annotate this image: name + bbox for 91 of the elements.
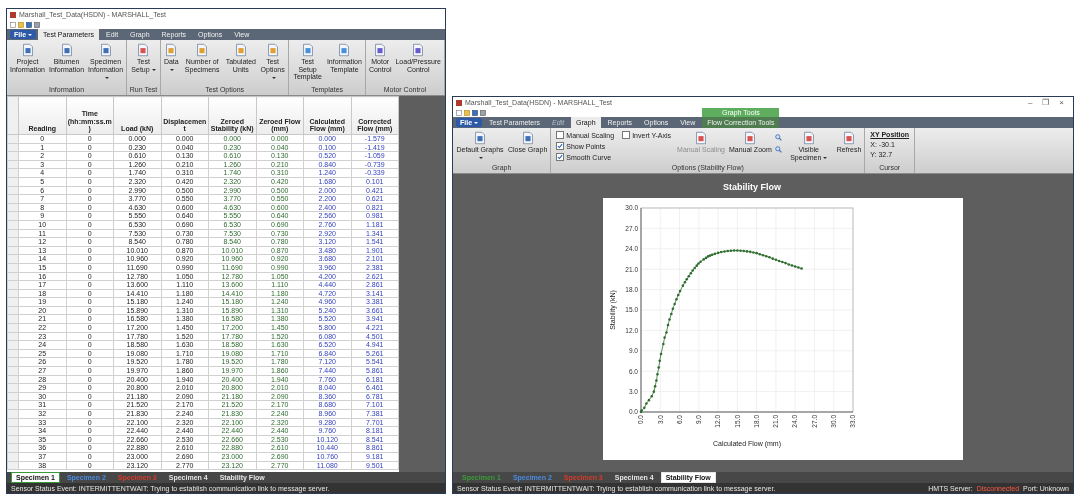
- app-icon: [456, 99, 462, 106]
- caret-icon: [823, 156, 828, 159]
- row-header: [7, 366, 19, 376]
- document-icon: [195, 43, 210, 57]
- caret-icon: [271, 76, 276, 79]
- caret-icon: [28, 33, 33, 36]
- row-header: [7, 168, 19, 178]
- row-header: [7, 289, 19, 298]
- row-header: [7, 177, 19, 187]
- row-header: [7, 203, 19, 212]
- row-header: [7, 237, 19, 247]
- window-control[interactable]: ❐: [1042, 98, 1050, 107]
- document-icon: [842, 131, 856, 145]
- row-header: [7, 272, 19, 281]
- data-point: [656, 372, 659, 376]
- row-header: [7, 211, 19, 221]
- row-header: [7, 314, 19, 324]
- row-header: [7, 332, 19, 341]
- save-icon[interactable]: [472, 109, 478, 116]
- data-point: [659, 352, 663, 356]
- data-point: [665, 331, 668, 334]
- caret-icon: [479, 156, 483, 159]
- row-header: [7, 160, 19, 169]
- row-header: [7, 400, 19, 410]
- document-icon: [164, 43, 179, 57]
- row-header: [7, 357, 19, 367]
- row-header: [7, 246, 19, 255]
- window-control[interactable]: ×: [1059, 98, 1064, 107]
- document-icon: [801, 131, 816, 145]
- row-header: [7, 340, 19, 350]
- document-icon: [473, 131, 487, 145]
- row-header: [7, 297, 19, 307]
- row-header: [7, 375, 19, 384]
- row-header: [7, 349, 19, 358]
- row-header: [7, 323, 19, 333]
- row-header: [7, 452, 19, 462]
- row-header: [7, 435, 19, 444]
- document-icon: [59, 43, 74, 57]
- data-point: [662, 342, 665, 346]
- data-point: [668, 318, 671, 321]
- row-header: [7, 426, 19, 436]
- data-point: [666, 323, 670, 327]
- document-icon: [136, 43, 151, 57]
- document-icon: [300, 43, 315, 57]
- document-icon: [520, 131, 535, 145]
- row-header: [7, 194, 19, 204]
- document-icon: [373, 43, 388, 57]
- document-icon: [337, 43, 352, 57]
- row-header: [7, 263, 19, 272]
- folder-icon[interactable]: [18, 21, 24, 28]
- chart-title: Stability Flow: [723, 182, 781, 192]
- row-header: [7, 186, 19, 195]
- row-header: [7, 461, 19, 470]
- data-point: [657, 366, 661, 369]
- data-point: [663, 336, 666, 339]
- row-header: [7, 306, 19, 315]
- data-point: [658, 359, 662, 363]
- print-icon[interactable]: [34, 21, 40, 28]
- window-control[interactable]: –: [1027, 98, 1033, 107]
- caret-icon: [104, 76, 109, 79]
- document-icon: [411, 43, 426, 57]
- folder-icon[interactable]: [464, 109, 470, 116]
- document-icon: [694, 131, 709, 145]
- document-icon: [98, 43, 113, 57]
- data-point: [653, 385, 657, 388]
- app-icon: [10, 11, 16, 18]
- caret-icon: [474, 121, 479, 124]
- save-icon[interactable]: [26, 21, 32, 28]
- zoom-out-icon[interactable]: [774, 146, 782, 153]
- row-header: [7, 383, 19, 393]
- document-icon: [743, 131, 758, 145]
- document-icon: [233, 43, 248, 57]
- row-header: [7, 280, 19, 290]
- document-icon: [265, 43, 280, 57]
- document-icon: [20, 43, 35, 57]
- data-point: [655, 379, 658, 382]
- caret-icon: [151, 68, 156, 71]
- row-header: [7, 443, 19, 453]
- zoom-in-icon[interactable]: [774, 134, 782, 141]
- row-header: [7, 151, 19, 161]
- row-header: [7, 143, 19, 152]
- caret-icon: [170, 68, 175, 71]
- row-header: [7, 220, 19, 230]
- row-header: [7, 418, 19, 427]
- row-header: [7, 409, 19, 419]
- new-file-icon[interactable]: [456, 109, 462, 116]
- print-icon[interactable]: [480, 109, 486, 116]
- row-header: [7, 229, 19, 238]
- row-header: [7, 392, 19, 401]
- new-file-icon[interactable]: [10, 21, 16, 28]
- row-header: [7, 254, 19, 264]
